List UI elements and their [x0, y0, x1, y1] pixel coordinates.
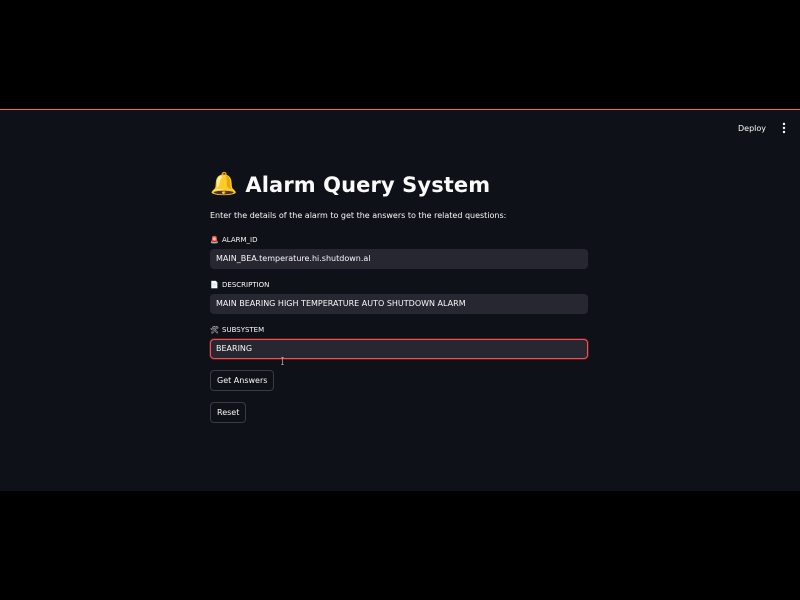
- description-label-text: DESCRIPTION: [222, 281, 270, 289]
- main-content: 🔔 Alarm Query System Enter the details o…: [210, 168, 588, 423]
- page-title: Alarm Query System: [245, 173, 491, 197]
- page-title-row: 🔔 Alarm Query System: [210, 168, 588, 202]
- siren-icon: 🚨: [210, 235, 219, 244]
- alarm-id-label-text: ALARM_ID: [222, 236, 258, 244]
- screen-frame: Deploy 🔔 Alarm Query System Enter the de…: [0, 0, 800, 600]
- intro-text: Enter the details of the alarm to get th…: [210, 211, 507, 220]
- alarm-id-label: 🚨 ALARM_ID: [210, 234, 588, 246]
- subsystem-input[interactable]: BEARING: [210, 339, 588, 359]
- alarm-id-input[interactable]: MAIN_BEA.temperature.hi.shutdown.al: [210, 249, 588, 269]
- subsystem-label-text: SUBSYSTEM: [222, 326, 265, 334]
- tools-icon: 🛠: [210, 325, 219, 334]
- get-answers-button[interactable]: Get Answers: [210, 370, 275, 391]
- reset-button[interactable]: Reset: [210, 402, 247, 423]
- text-cursor-icon: [281, 357, 284, 365]
- description-label: 📄 DESCRIPTION: [210, 279, 588, 291]
- top-toolbar: Deploy: [732, 110, 800, 146]
- subsystem-label: 🛠 SUBSYSTEM: [210, 324, 588, 336]
- description-input[interactable]: MAIN BEARING HIGH TEMPERATURE AUTO SHUTD…: [210, 294, 588, 314]
- kebab-menu-icon[interactable]: [778, 121, 790, 135]
- document-icon: 📄: [210, 280, 219, 289]
- app-window: Deploy 🔔 Alarm Query System Enter the de…: [0, 109, 800, 491]
- bell-icon: 🔔: [210, 172, 238, 197]
- deploy-button[interactable]: Deploy: [732, 120, 772, 137]
